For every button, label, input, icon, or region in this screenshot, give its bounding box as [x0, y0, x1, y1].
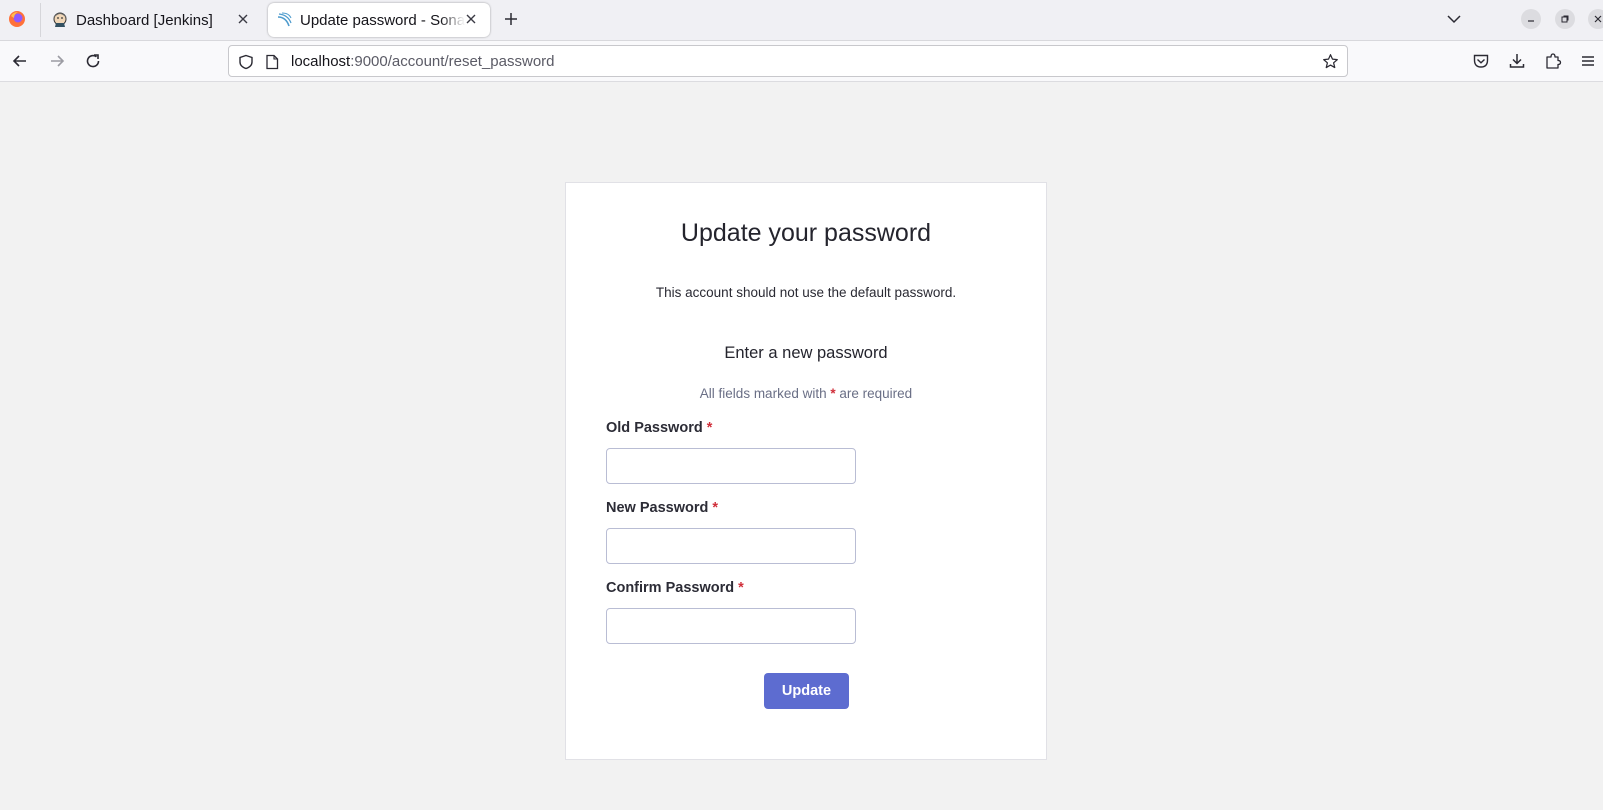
forward-arrow-icon[interactable] [48, 52, 66, 70]
new-password-input[interactable] [606, 528, 856, 564]
navigation-toolbar: localhost:9000/account/reset_password [0, 41, 1603, 82]
tracking-protection-shield-icon[interactable] [238, 54, 254, 70]
old-password-label: Old Password * [606, 420, 712, 436]
close-tab-icon[interactable] [236, 12, 250, 26]
pocket-icon[interactable] [1472, 52, 1490, 70]
new-password-label: New Password * [606, 500, 718, 516]
jenkins-favicon-icon [53, 12, 67, 27]
tab-title: Update password - SonarQube [300, 11, 465, 29]
required-asterisk: * [712, 500, 719, 516]
close-icon [1594, 15, 1602, 23]
list-all-tabs-chevron-down-icon[interactable] [1446, 11, 1462, 27]
restore-icon [1561, 15, 1569, 23]
close-tab-icon[interactable] [464, 12, 478, 26]
required-hint-prefix: All fields marked with [699, 386, 827, 401]
url-text[interactable]: localhost:9000/account/reset_password [291, 53, 555, 70]
extensions-puzzle-icon[interactable] [1544, 52, 1562, 70]
tab-strip: Dashboard [Jenkins] Update password - So… [0, 0, 1603, 41]
tab-sonarqube-update-password[interactable]: Update password - SonarQube [268, 3, 490, 37]
update-password-card: Update your password This account should… [565, 182, 1047, 760]
required-asterisk: * [830, 386, 836, 401]
required-asterisk: * [738, 580, 744, 596]
default-password-notice: This account should not use the default … [655, 285, 957, 300]
firefox-logo-icon[interactable] [8, 10, 26, 28]
new-tab-plus-icon[interactable] [502, 10, 520, 28]
old-password-input[interactable] [606, 448, 856, 484]
update-button[interactable]: Update [764, 673, 849, 709]
reload-icon[interactable] [84, 52, 102, 70]
form-subtitle: Enter a new password [724, 344, 888, 362]
app-menu-hamburger-icon[interactable] [1579, 52, 1597, 70]
required-fields-hint: All fields marked with * are required [566, 386, 1046, 401]
minimize-icon [1528, 20, 1534, 22]
restore-window-button[interactable] [1555, 9, 1575, 29]
required-asterisk: * [706, 420, 713, 436]
confirm-password-label-text: Confirm Password [606, 580, 735, 596]
url-path: :9000/account/reset_password [350, 53, 555, 70]
minimize-window-button[interactable] [1521, 9, 1541, 29]
back-arrow-icon[interactable] [11, 52, 29, 70]
url-host: localhost [291, 53, 351, 70]
page-title: Update your password [680, 219, 932, 247]
old-password-label-text: Old Password [606, 420, 703, 436]
new-password-label-text: New Password [606, 500, 709, 516]
tab-jenkins-dashboard[interactable]: Dashboard [Jenkins] [40, 3, 262, 37]
required-hint-suffix: are required [839, 386, 913, 401]
sonarqube-favicon-icon [277, 12, 292, 27]
confirm-password-input[interactable] [606, 608, 856, 644]
bookmark-star-icon[interactable] [1322, 53, 1339, 70]
confirm-password-label: Confirm Password * [606, 580, 744, 596]
downloads-icon[interactable] [1508, 52, 1526, 70]
url-bar[interactable]: localhost:9000/account/reset_password [228, 45, 1348, 77]
tab-title: Dashboard [Jenkins] [76, 11, 213, 29]
page-info-icon[interactable] [265, 54, 279, 70]
close-window-button[interactable] [1588, 9, 1603, 29]
